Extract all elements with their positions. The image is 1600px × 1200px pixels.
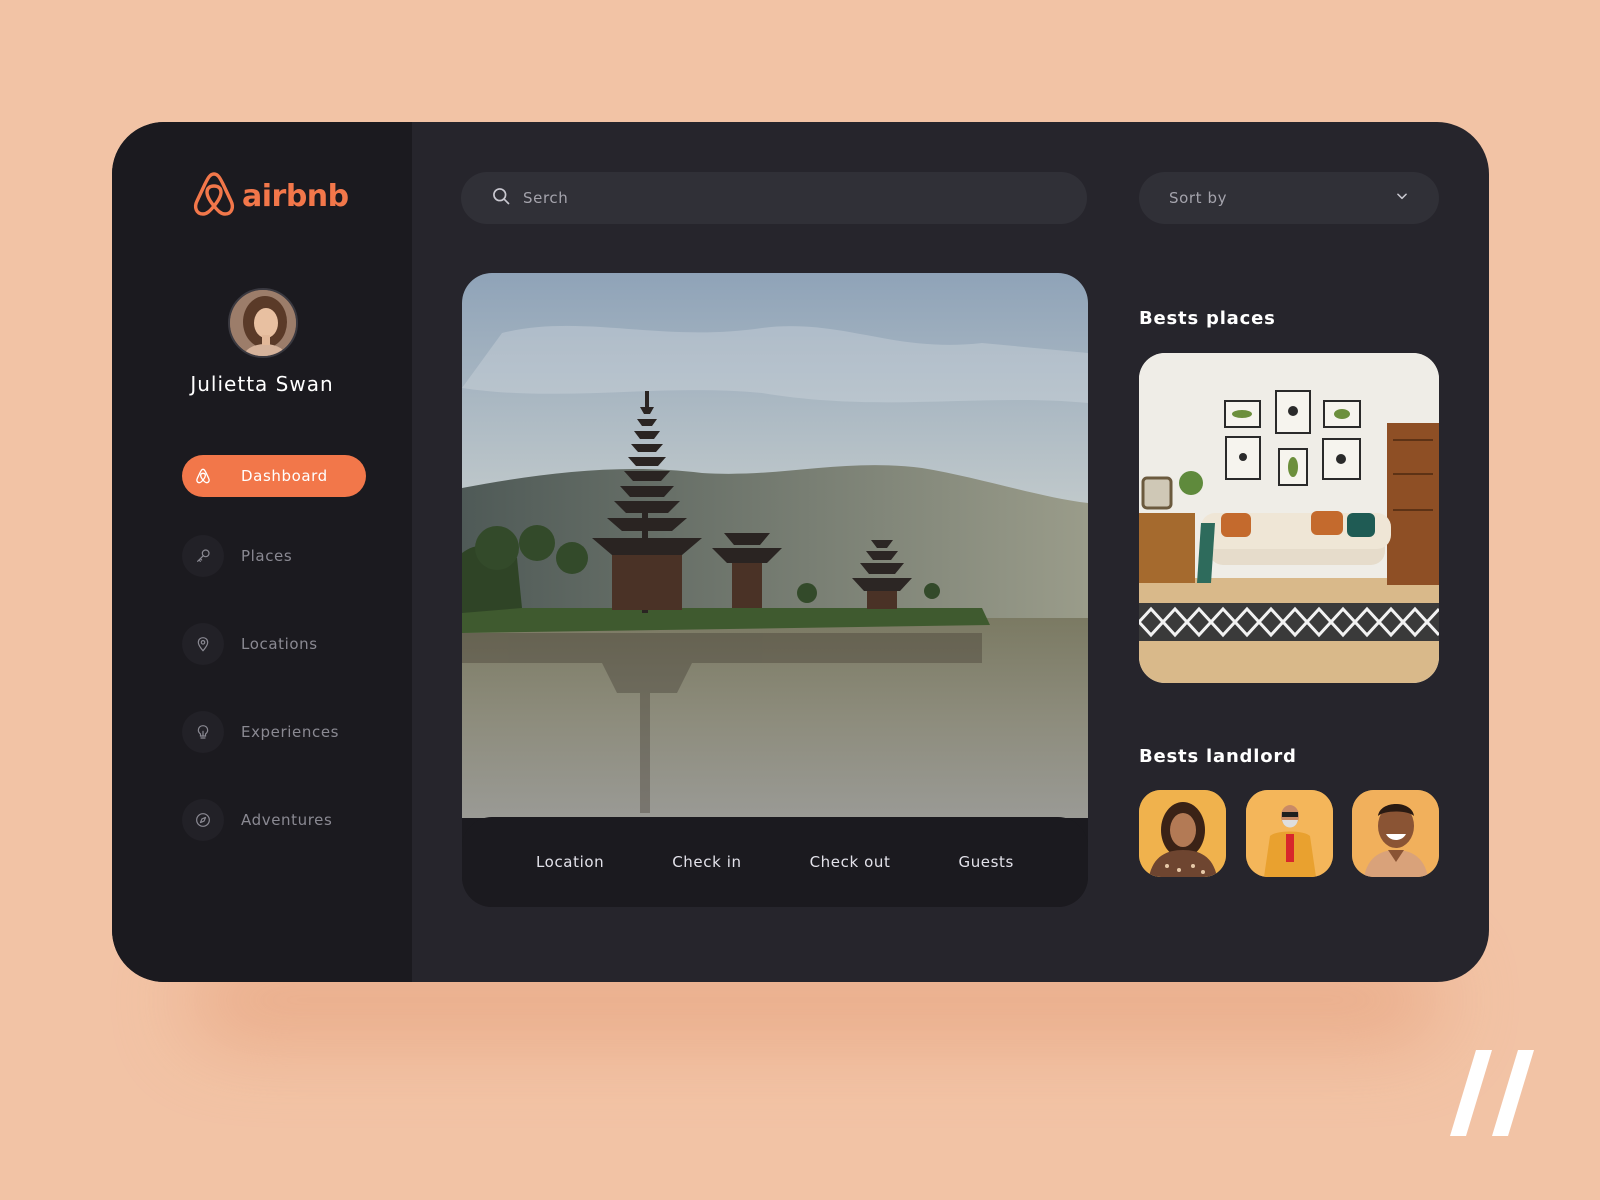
logo-text: airbnb xyxy=(242,178,349,214)
landlord-woman-photo[interactable] xyxy=(1139,790,1226,877)
location-pin-icon xyxy=(182,623,224,665)
landlord-man-sunglasses-photo[interactable] xyxy=(1245,790,1333,877)
slash-brand-mark xyxy=(1450,1050,1534,1136)
sidebar-item-label: Places xyxy=(241,547,293,565)
temple-on-lake-photo xyxy=(462,273,1088,818)
app-window: airbnb Julietta Swan Dashboard Places Lo… xyxy=(112,122,1489,982)
key-icon xyxy=(182,535,224,577)
sidebar-item-dashboard[interactable]: Dashboard xyxy=(182,455,366,497)
sort-dropdown[interactable]: Sort by xyxy=(1139,172,1439,224)
user-avatar[interactable] xyxy=(228,288,298,358)
booking-check-out-field[interactable]: Check out xyxy=(810,853,891,871)
sidebar: airbnb Julietta Swan Dashboard Places Lo… xyxy=(112,122,412,982)
best-places-title: Bests places xyxy=(1139,308,1276,329)
booking-check-in-field[interactable]: Check in xyxy=(672,853,741,871)
airbnb-icon xyxy=(182,455,224,497)
sidebar-item-label: Locations xyxy=(241,635,318,653)
living-room-photo xyxy=(1139,353,1439,683)
sidebar-item-label: Adventures xyxy=(241,811,333,829)
sidebar-item-adventures[interactable]: Adventures xyxy=(182,799,332,841)
sidebar-item-label: Experiences xyxy=(241,723,340,741)
lightbulb-icon xyxy=(182,711,224,753)
landlord-list xyxy=(1139,790,1439,878)
search-bar[interactable] xyxy=(461,172,1087,224)
user-name: Julietta Swan xyxy=(190,372,334,396)
sidebar-item-locations[interactable]: Locations xyxy=(182,623,318,665)
best-landlord-title: Bests landlord xyxy=(1139,746,1297,767)
chevron-down-icon xyxy=(1395,189,1409,207)
best-place-card[interactable] xyxy=(1139,353,1439,683)
logo[interactable]: airbnb xyxy=(192,170,349,222)
search-input[interactable] xyxy=(523,189,1043,207)
booking-bar: Location Check in Check out Guests xyxy=(462,817,1088,907)
sidebar-item-experiences[interactable]: Experiences xyxy=(182,711,339,753)
sort-label: Sort by xyxy=(1169,189,1228,207)
compass-icon xyxy=(182,799,224,841)
booking-guests-field[interactable]: Guests xyxy=(958,853,1013,871)
sidebar-item-label: Dashboard xyxy=(241,467,328,485)
hero-card[interactable]: Location Check in Check out Guests xyxy=(462,273,1088,907)
landlord-man-smiling-photo[interactable] xyxy=(1352,790,1439,877)
search-icon xyxy=(491,186,511,210)
sidebar-item-places[interactable]: Places xyxy=(182,535,292,577)
booking-location-field[interactable]: Location xyxy=(536,853,604,871)
airbnb-logo-icon xyxy=(192,170,236,222)
